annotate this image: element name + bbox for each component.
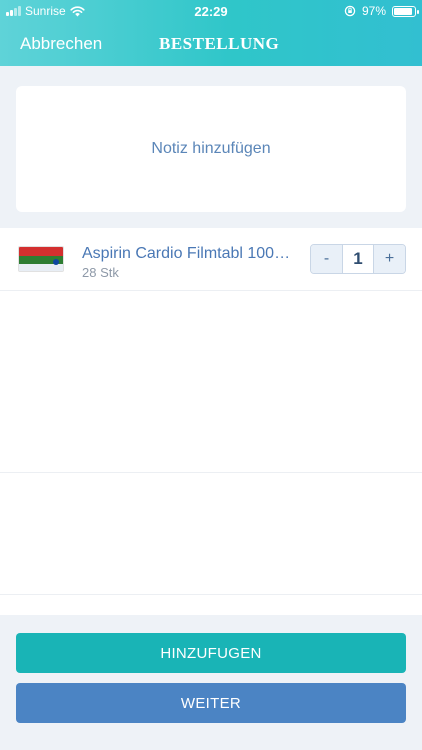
nav-bar: Abbrechen BESTELLUNG xyxy=(0,22,422,66)
divider xyxy=(0,472,422,473)
header: Sunrise 22:29 97% Abbrechen BESTELLUNG xyxy=(0,0,422,66)
order-list: Aspirin Cardio Filmtabl 100… 28 Stk - 1 … xyxy=(0,228,422,615)
divider xyxy=(0,290,422,291)
add-note-label: Notiz hinzufügen xyxy=(151,140,271,157)
increment-button[interactable]: + xyxy=(374,245,405,273)
battery-icon xyxy=(392,5,419,17)
decrement-button[interactable]: - xyxy=(311,245,342,273)
status-right: 97% xyxy=(344,4,419,18)
product-name[interactable]: Aspirin Cardio Filmtabl 100… xyxy=(82,245,300,263)
quantity-stepper: - 1 + xyxy=(310,244,406,274)
product-image xyxy=(18,246,64,272)
status-bar: Sunrise 22:29 97% xyxy=(0,0,422,22)
cancel-button[interactable]: Abbrechen xyxy=(20,34,102,54)
divider xyxy=(0,594,422,595)
quantity-value[interactable]: 1 xyxy=(342,245,374,273)
product-pack-size: 28 Stk xyxy=(82,265,119,280)
orientation-lock-icon xyxy=(344,5,356,17)
battery-percent: 97% xyxy=(361,4,386,18)
add-button[interactable]: HINZUFUGEN xyxy=(16,633,406,673)
add-note-card[interactable]: Notiz hinzufügen xyxy=(16,86,406,212)
list-item: Aspirin Cardio Filmtabl 100… 28 Stk - 1 … xyxy=(0,228,422,290)
page-title: BESTELLUNG xyxy=(159,34,280,53)
battery-fill xyxy=(394,7,412,15)
next-button[interactable]: WEITER xyxy=(16,683,406,723)
